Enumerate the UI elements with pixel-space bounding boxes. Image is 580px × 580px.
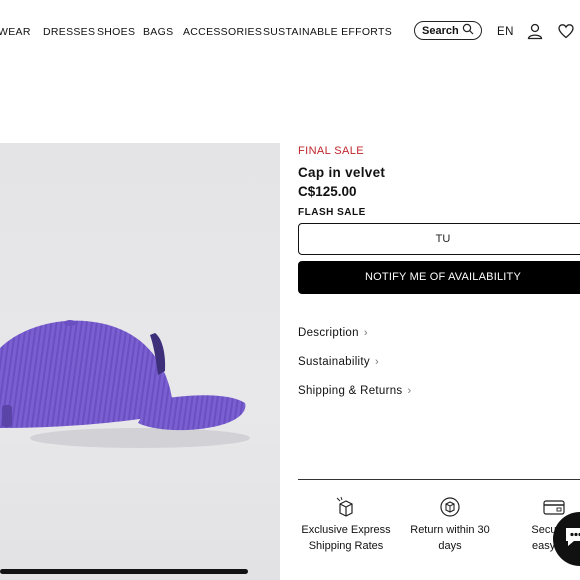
nav-item-ready-to-wear[interactable]: WEAR: [0, 26, 31, 38]
feature-line1: Exclusive Express: [301, 524, 391, 536]
feature-line1: Return within 30: [410, 524, 490, 536]
feature-returns: Return within 30 days: [400, 496, 500, 554]
nav-item-dresses[interactable]: DRESSES: [43, 26, 95, 38]
card-icon: [542, 496, 566, 518]
size-selector[interactable]: TU: [298, 223, 580, 255]
chat-bubble-icon: [563, 525, 580, 554]
product-price: C$125.00: [298, 184, 357, 199]
wishlist-heart-icon[interactable]: [557, 22, 575, 40]
accordion-sustainability[interactable]: Sustainability ›: [298, 356, 379, 368]
flash-sale-label: FLASH SALE: [298, 207, 366, 218]
feature-line2: Shipping Rates: [308, 540, 384, 552]
chevron-right-icon: ›: [407, 385, 412, 397]
cap-photo: [0, 320, 250, 448]
search-label: Search: [422, 24, 459, 37]
image-scrollbar[interactable]: [0, 569, 248, 574]
accordion-shipping-returns[interactable]: Shipping & Returns ›: [298, 385, 411, 397]
nav-item-accessories[interactable]: ACCESSORIES: [183, 26, 262, 38]
notify-availability-button[interactable]: NOTIFY ME OF AVAILABILITY: [298, 261, 580, 294]
feature-express-shipping: Exclusive Express Shipping Rates: [296, 496, 396, 554]
chevron-right-icon: ›: [374, 356, 379, 368]
accordion-label: Shipping & Returns: [298, 385, 403, 397]
divider: [298, 479, 580, 480]
product-title: Cap in velvet: [298, 165, 386, 180]
search-icon: [462, 23, 474, 38]
language-selector[interactable]: EN: [497, 26, 514, 38]
nav-item-sustainable-efforts[interactable]: SUSTAINABLE EFFORTS: [263, 26, 392, 38]
final-sale-badge: FINAL SALE: [298, 145, 364, 157]
top-nav: WEAR DRESSES SHOES BAGS ACCESSORIES SUST…: [0, 0, 580, 64]
nav-item-shoes[interactable]: SHOES: [97, 26, 135, 38]
return-icon: [438, 496, 462, 518]
feature-line2: days: [438, 540, 462, 552]
search-button[interactable]: Search: [414, 21, 482, 40]
box-icon: [334, 496, 358, 518]
accordion-label: Description: [298, 327, 359, 339]
accordion-label: Sustainability: [298, 356, 370, 368]
chevron-right-icon: ›: [363, 327, 368, 339]
account-icon[interactable]: [526, 22, 544, 40]
product-image[interactable]: [0, 143, 280, 580]
accordion-description[interactable]: Description ›: [298, 327, 368, 339]
nav-item-bags[interactable]: BAGS: [143, 26, 173, 38]
